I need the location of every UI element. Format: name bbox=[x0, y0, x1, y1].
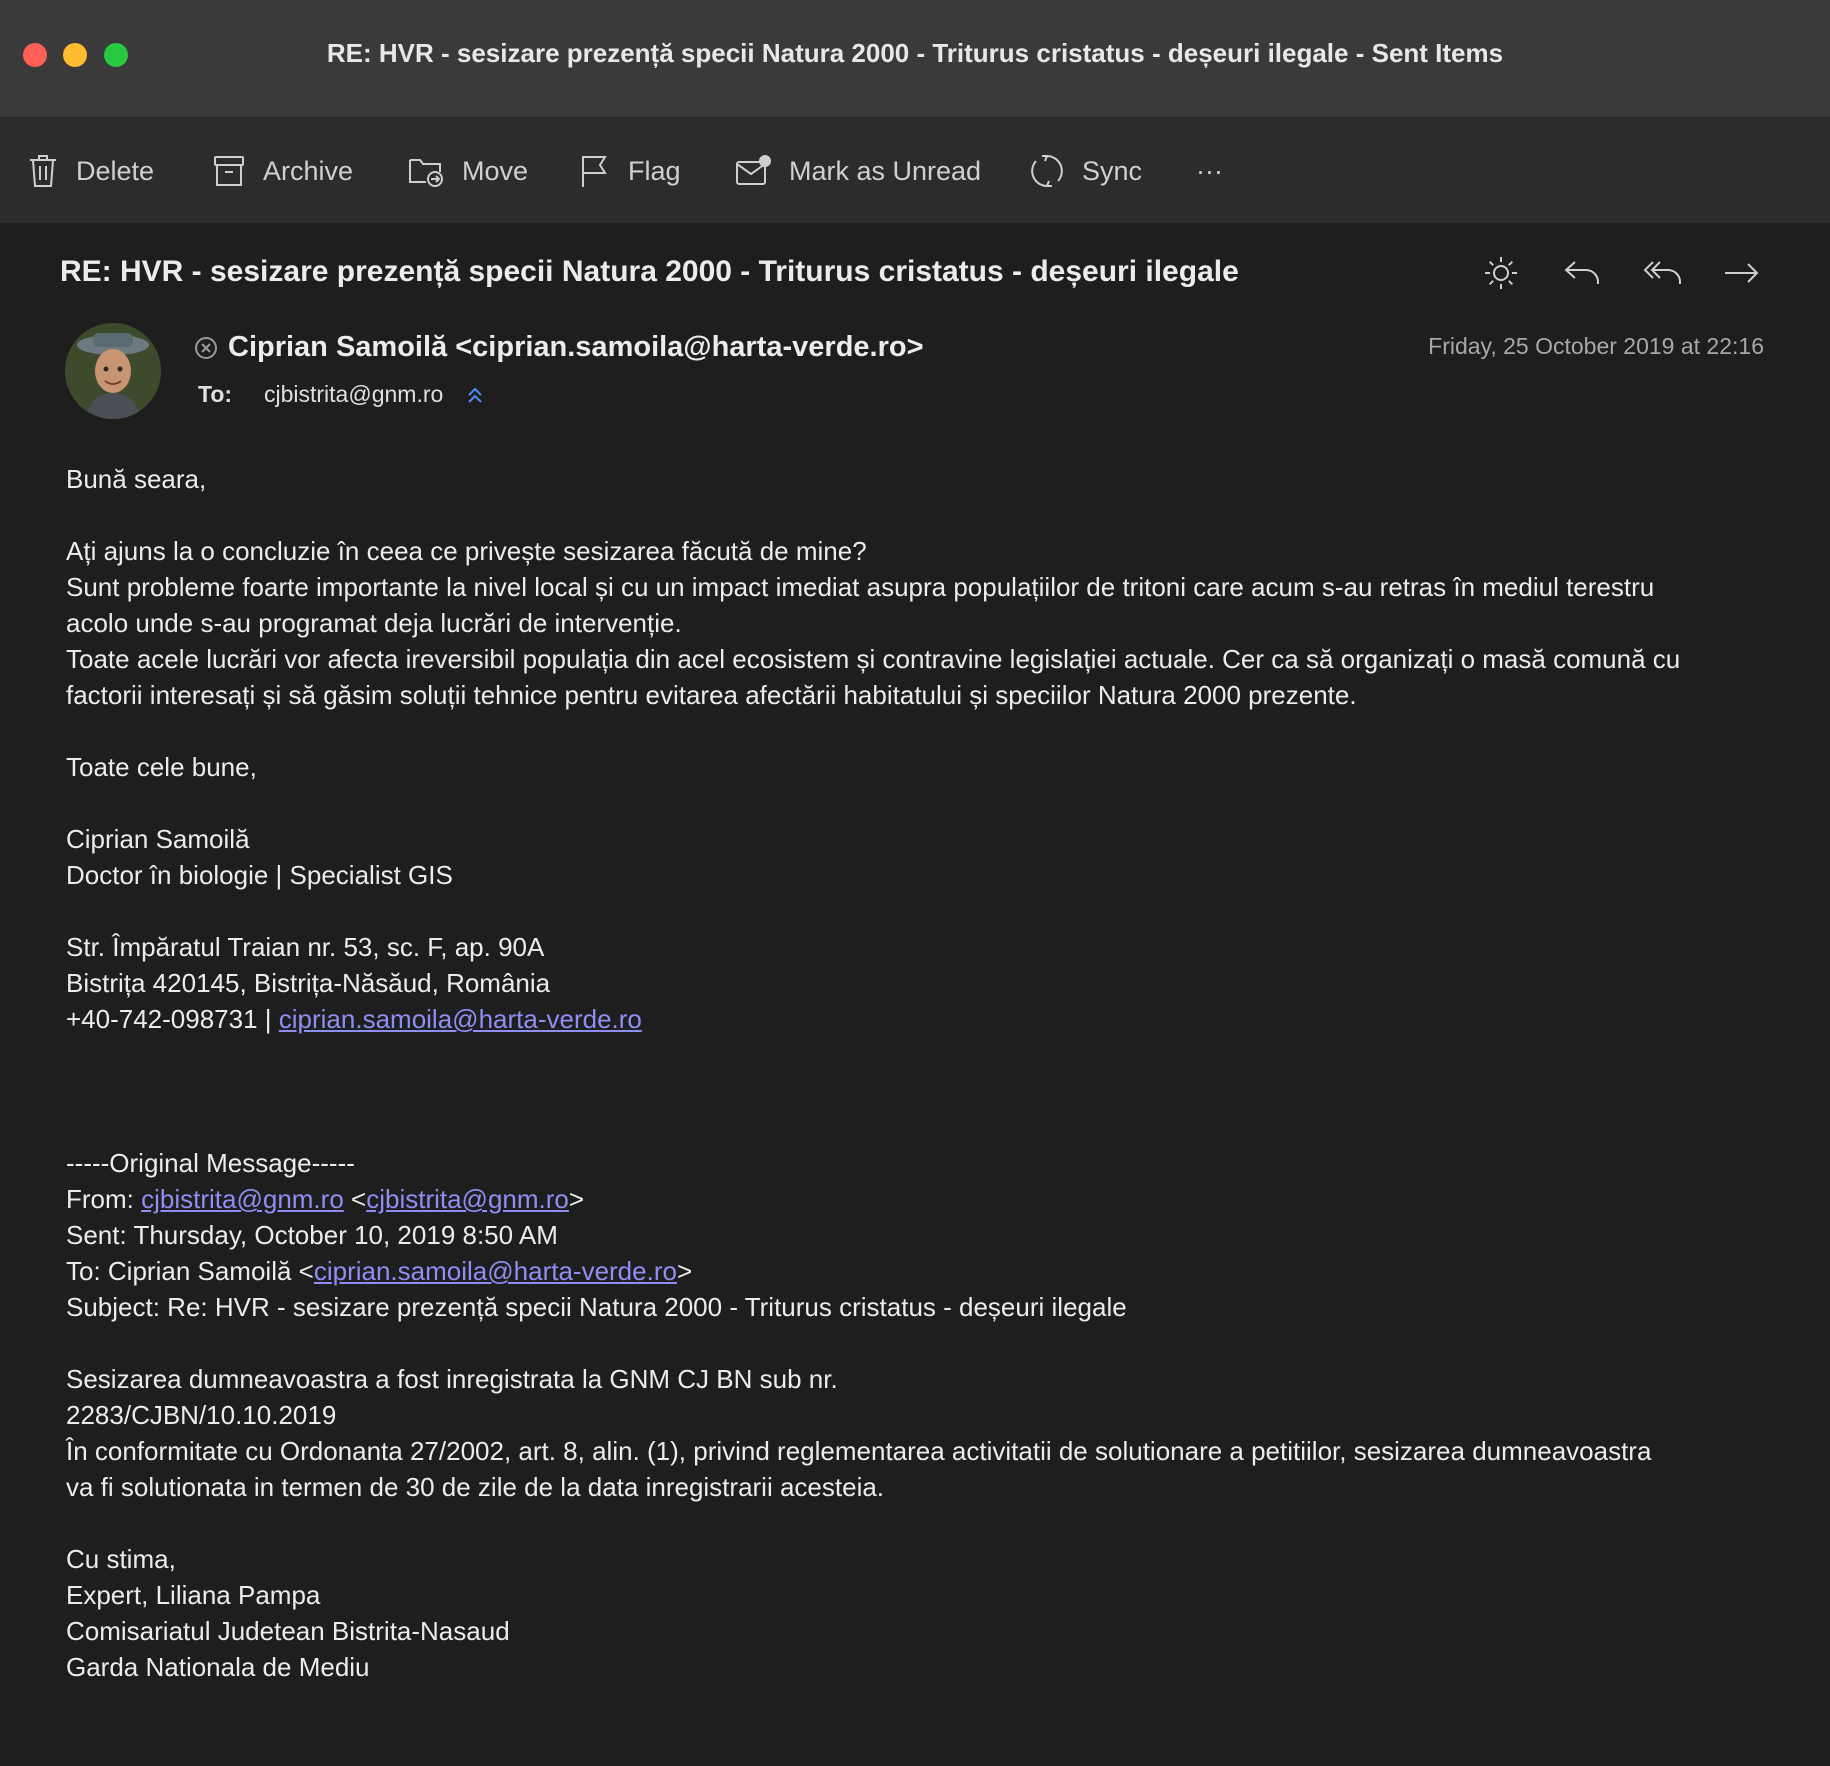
signature-address: Str. Împăratul Traian nr. 53, sc. F, ap.… bbox=[66, 932, 545, 962]
reply-all-button[interactable] bbox=[1640, 251, 1684, 295]
sender-line: Ciprian Samoilă <ciprian.samoila@harta-v… bbox=[194, 331, 924, 364]
delete-label: Delete bbox=[76, 155, 155, 186]
original-signature-line: Garda Nationala de Mediu bbox=[66, 1652, 370, 1682]
body-line: Sunt probleme foarte importante la nivel… bbox=[66, 572, 1655, 602]
recipient-line: To: cjbistrita@gnm.ro bbox=[198, 381, 483, 408]
sync-button[interactable]: Sync bbox=[1030, 148, 1142, 194]
move-button[interactable]: Move bbox=[408, 148, 528, 194]
sync-label: Sync bbox=[1082, 155, 1143, 186]
mail-window: RE: HVR - sesizare prezență specii Natur… bbox=[0, 0, 1830, 1766]
to-bracket-close: > bbox=[676, 1256, 693, 1286]
signature-contact: +40-742-098731 | ciprian.samoila@harta-v… bbox=[66, 1001, 1796, 1037]
from-email-link-2[interactable]: cjbistrita@gnm.ro bbox=[366, 1184, 569, 1214]
forward-icon bbox=[1725, 263, 1759, 283]
more-button[interactable]: ··· bbox=[1196, 148, 1223, 194]
close-window-button[interactable] bbox=[23, 43, 47, 67]
flag-button[interactable]: Flag bbox=[580, 148, 681, 194]
body-line: Ați ajuns la o concluzie în ceea ce priv… bbox=[66, 536, 867, 566]
delete-button[interactable]: Delete bbox=[28, 148, 154, 194]
original-closing: Cu stima, bbox=[66, 1544, 176, 1574]
collapse-header-icon[interactable] bbox=[467, 386, 483, 404]
from-bracket-close: > bbox=[568, 1184, 585, 1214]
more-icon: ··· bbox=[1196, 155, 1223, 186]
body-line: Toate acele lucrări vor afecta ireversib… bbox=[66, 644, 1681, 674]
avatar-photo bbox=[65, 323, 161, 419]
minimize-window-button[interactable] bbox=[63, 43, 87, 67]
zoom-window-button[interactable] bbox=[104, 43, 128, 67]
sender-avatar bbox=[65, 323, 161, 419]
move-label: Move bbox=[462, 155, 529, 186]
toolbar: Delete Archive Move Flag Mark as Unread bbox=[0, 118, 1830, 223]
signature-city: Bistrița 420145, Bistrița-Năsăud, Români… bbox=[66, 968, 551, 998]
to-email-link[interactable]: ciprian.samoila@harta-verde.ro bbox=[314, 1256, 677, 1286]
message-date: Friday, 25 October 2019 at 22:16 bbox=[1428, 333, 1764, 359]
reply-button[interactable] bbox=[1560, 251, 1604, 295]
mark-unread-label: Mark as Unread bbox=[789, 155, 982, 186]
mark-unread-icon bbox=[736, 155, 771, 185]
archive-label: Archive bbox=[263, 155, 354, 186]
original-signature-line: Comisariatul Judetean Bistrita-Nasaud bbox=[66, 1616, 510, 1646]
message-subject: RE: HVR - sesizare prezență specii Natur… bbox=[60, 255, 1239, 288]
archive-button[interactable]: Archive bbox=[213, 148, 353, 194]
message-pane: RE: HVR - sesizare prezență specii Natur… bbox=[18, 223, 1818, 1766]
signature-name: Ciprian Samoilă bbox=[66, 824, 250, 854]
closing: Toate cele bune, bbox=[66, 752, 257, 782]
reply-all-icon bbox=[1643, 261, 1681, 284]
original-subject: Subject: Re: HVR - sesizare prezență spe… bbox=[66, 1292, 1127, 1322]
from-email-link[interactable]: cjbistrita@gnm.ro bbox=[141, 1184, 344, 1214]
body-line: factorii interesați și să găsim soluții … bbox=[66, 680, 1357, 710]
from-label: From: bbox=[66, 1184, 142, 1214]
forward-button[interactable] bbox=[1720, 251, 1764, 295]
sync-icon bbox=[1031, 155, 1063, 187]
signature-email-link[interactable]: ciprian.samoila@harta-verde.ro bbox=[279, 1004, 642, 1034]
window-title: RE: HVR - sesizare prezență specii Natur… bbox=[326, 38, 1504, 68]
sun-icon bbox=[1485, 257, 1517, 289]
from-bracket-open: < bbox=[343, 1184, 367, 1214]
greeting: Bună seara, bbox=[66, 464, 207, 494]
move-folder-icon bbox=[409, 159, 443, 187]
original-to: To: Ciprian Samoilă <ciprian.samoila@har… bbox=[66, 1253, 1796, 1289]
original-message-header: -----Original Message----- bbox=[66, 1148, 355, 1178]
appearance-button[interactable] bbox=[1479, 251, 1523, 295]
flag-icon bbox=[582, 156, 607, 187]
sender-name[interactable]: Ciprian Samoilă <ciprian.samoila@harta-v… bbox=[228, 331, 924, 364]
original-signature-line: Expert, Liliana Pampa bbox=[66, 1580, 321, 1610]
trash-icon bbox=[30, 155, 56, 187]
original-sent: Sent: Thursday, October 10, 2019 8:50 AM bbox=[66, 1220, 558, 1250]
body-line: acolo unde s-au programat deja lucrări d… bbox=[66, 608, 682, 638]
remove-sender-icon[interactable] bbox=[194, 336, 218, 360]
signature-phone: +40-742-098731 | bbox=[66, 1004, 279, 1034]
archive-icon bbox=[214, 156, 244, 186]
to-prefix: To: Ciprian Samoilă < bbox=[66, 1256, 314, 1286]
original-body-line: Sesizarea dumneavoastra a fost inregistr… bbox=[66, 1364, 838, 1394]
reply-icon bbox=[1564, 261, 1599, 284]
original-body-line: În conformitate cu Ordonanta 27/2002, ar… bbox=[66, 1436, 1652, 1466]
signature-title: Doctor în biologie | Specialist GIS bbox=[66, 860, 453, 890]
recipient-address[interactable]: cjbistrita@gnm.ro bbox=[264, 381, 443, 408]
original-body-line: va fi solutionata in termen de 30 de zil… bbox=[66, 1472, 885, 1502]
original-body-line: 2283/CJBN/10.10.2019 bbox=[66, 1400, 337, 1430]
message-body: Bună seara, Ați ajuns la o concluzie în … bbox=[66, 461, 1796, 1685]
flag-label: Flag bbox=[628, 155, 681, 186]
title-bar: RE: HVR - sesizare prezență specii Natur… bbox=[0, 0, 1830, 118]
to-label: To: bbox=[198, 381, 233, 407]
original-from: From: cjbistrita@gnm.ro <cjbistrita@gnm.… bbox=[66, 1181, 1796, 1217]
mark-unread-button[interactable]: Mark as Unread bbox=[735, 148, 981, 194]
